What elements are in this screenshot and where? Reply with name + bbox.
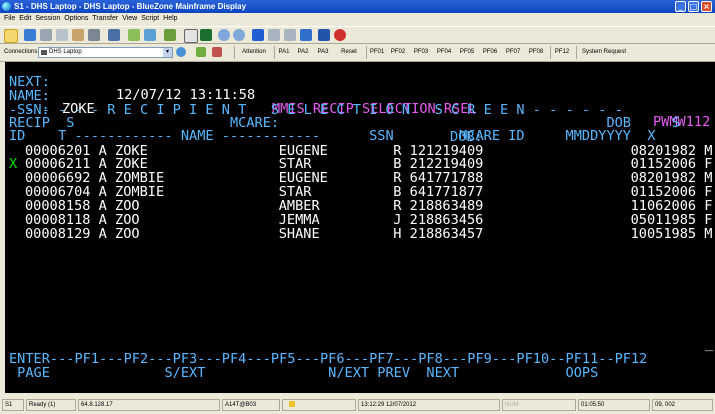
table-row[interactable]: 00008129 A ZOO SHANE H 218863457 1005198… — [25, 227, 712, 242]
print-icon[interactable] — [88, 29, 100, 41]
menu-session[interactable]: Session — [35, 15, 60, 22]
host-select-value: DHS Laptop — [49, 49, 82, 55]
host-select[interactable]: DHS Laptop ▾ — [38, 47, 173, 58]
status-lu: A14T@B03 — [222, 399, 280, 411]
checkmark-icon[interactable] — [196, 47, 206, 57]
pause-macro-icon[interactable] — [284, 29, 296, 41]
reset-button[interactable]: Reset — [338, 46, 360, 59]
icon-toolbar — [0, 26, 715, 44]
stop-icon[interactable] — [334, 29, 346, 41]
stop-macro-icon[interactable] — [268, 29, 280, 41]
terminal-cursor: _ — [705, 336, 714, 352]
status-lock — [282, 399, 356, 411]
pf-keys-descriptions: PAGE S/EXT N/EXT PREV NEXT OOPS — [9, 365, 599, 381]
pf01-button[interactable]: PF01 — [366, 46, 387, 59]
window-title: S1 - DHS Laptop - DHS Laptop - BlueZone … — [14, 2, 247, 11]
copy-icon[interactable] — [56, 29, 68, 41]
globe-icon[interactable] — [176, 47, 186, 57]
record-macro-icon[interactable] — [252, 29, 264, 41]
menu-view[interactable]: View — [122, 15, 137, 22]
new-session-icon[interactable] — [4, 29, 18, 43]
menu-help[interactable]: Help — [163, 15, 177, 22]
receive-file-icon[interactable] — [144, 29, 156, 41]
transfer-icon[interactable] — [108, 29, 120, 41]
send-file-icon[interactable] — [128, 29, 140, 41]
connect-icon[interactable] — [24, 29, 36, 41]
cut-icon[interactable] — [40, 29, 52, 41]
zoom-out-icon[interactable] — [233, 29, 245, 41]
pf08-button[interactable]: PF08 — [526, 46, 546, 59]
host-computer-icon — [41, 50, 47, 55]
screen-datetime: 12/07/12 13:11:58 — [116, 87, 256, 104]
menu-transfer[interactable]: Transfer — [92, 15, 118, 22]
menu-script[interactable]: Script — [141, 15, 159, 22]
macro-icon[interactable] — [164, 29, 176, 41]
status-ready: Ready (1) — [26, 399, 76, 411]
status-bar: S1 Ready (1) 64.8.128.17 A14T@B03 13:12:… — [0, 397, 715, 414]
paste-icon[interactable] — [72, 29, 84, 41]
zoom-in-icon[interactable] — [218, 29, 230, 41]
maximize-button[interactable]: □ — [688, 1, 699, 12]
pa2-button[interactable]: PA2 — [294, 46, 312, 59]
pa1-button[interactable]: PA1 — [274, 46, 293, 59]
pf07-button[interactable]: PF07 — [503, 46, 523, 59]
status-ip: 64.8.128.17 — [78, 399, 220, 411]
play-macro-icon[interactable] — [300, 29, 312, 41]
system-request-button[interactable]: System Request — [576, 46, 631, 59]
terminal-screen[interactable]: NEXT: 12/07/12 13:11:58 MMIS RECIP SELEC… — [5, 62, 715, 393]
pf05-button[interactable]: PF05 — [457, 46, 477, 59]
menu-file[interactable]: File — [4, 15, 15, 22]
display-icon[interactable] — [184, 29, 198, 43]
status-num: NUM — [502, 399, 576, 411]
lock-icon — [289, 401, 295, 408]
menu-edit[interactable]: Edit — [19, 15, 31, 22]
status-timer: 01:05:50 — [578, 399, 650, 411]
connections-label: Connections: — [4, 49, 40, 55]
status-session: S1 — [2, 399, 24, 411]
download-icon[interactable] — [200, 29, 212, 41]
row-selection-marker[interactable]: X — [9, 157, 17, 172]
window-title-bar: S1 - DHS Laptop - DHS Laptop - BlueZone … — [0, 0, 715, 13]
pf03-button[interactable]: PF03 — [411, 46, 431, 59]
status-cursor-position: 09, 002 — [652, 399, 713, 411]
attention-button[interactable]: Attention — [234, 46, 273, 59]
menu-options[interactable]: Options — [64, 15, 88, 22]
chevron-down-icon[interactable]: ▾ — [163, 48, 172, 57]
pf06-button[interactable]: PF06 — [480, 46, 500, 59]
book-icon[interactable] — [318, 29, 330, 41]
pf02-button[interactable]: PF02 — [388, 46, 408, 59]
pa3-button[interactable]: PA3 — [314, 46, 332, 59]
disconnect-icon[interactable] — [212, 47, 222, 57]
menu-bar: File Edit Session Options Transfer View Script… — [0, 13, 715, 26]
column-header-line2: ID T ------------ NAME ------------ SSN … — [9, 128, 656, 144]
pf04-button[interactable]: PF04 — [434, 46, 454, 59]
keys-toolbar: Connections: DHS Laptop ▾ Attention PA1 … — [0, 44, 715, 62]
bluezone-app-icon — [2, 2, 11, 11]
minimize-button[interactable]: _ — [675, 1, 686, 12]
pf12-button[interactable]: PF12 — [550, 46, 573, 59]
status-datetime: 13:12:29 12/07/2012 — [358, 399, 500, 411]
close-button[interactable]: × — [701, 1, 712, 12]
